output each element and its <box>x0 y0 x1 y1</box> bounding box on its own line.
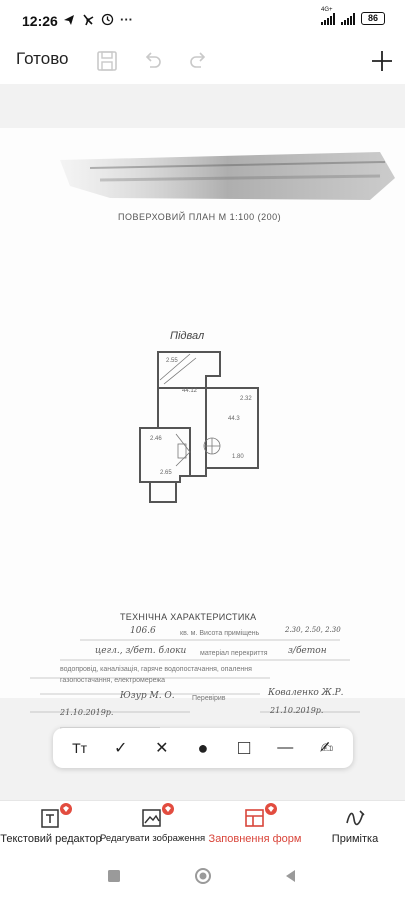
handwritten-date-left: 21.10.2019р. <box>60 708 114 717</box>
tab-label: Заповнення форм <box>208 833 302 845</box>
add-icon[interactable] <box>369 48 395 74</box>
fan-icon <box>83 14 94 25</box>
tech-title: ТЕХНІЧНА ХАРАКТЕРИСТИКА <box>120 612 257 622</box>
recent-apps-icon[interactable] <box>106 868 122 884</box>
text-size-tool[interactable]: Tт <box>64 732 96 764</box>
fill-forms-icon <box>245 809 264 827</box>
network-type: 4G+ <box>321 6 333 13</box>
handwritten-floor: з/бетон <box>288 646 327 656</box>
sync-icon <box>101 13 114 26</box>
dot-tool[interactable]: ● <box>187 732 219 764</box>
room-label: 1.80 <box>232 454 244 460</box>
check-tool[interactable]: ✓ <box>105 732 137 764</box>
pro-badge-icon <box>162 803 174 815</box>
telegram-icon <box>64 14 74 25</box>
status-bar: 12:26 ··· 4G+ 86 <box>0 0 405 40</box>
system-navigation-bar <box>0 852 405 900</box>
bottom-tab-bar: Текстовий редактор Редагувати зображення… <box>0 800 405 852</box>
room-label: 2.46 <box>150 436 162 442</box>
signal-2-icon <box>341 12 355 25</box>
scan-title: ПОВЕРХОВИЙ ПЛАН М 1:100 (200) <box>118 212 282 222</box>
undo-icon[interactable] <box>140 48 166 74</box>
check-label: Перевірив <box>192 695 226 702</box>
tab-fill-forms[interactable]: Заповнення форм <box>205 803 305 845</box>
battery-icon: 86 <box>361 12 385 25</box>
document-viewport[interactable]: ПОВЕРХОВИЙ ПЛАН М 1:100 (200) Підвал 2.5 <box>0 84 405 800</box>
status-system-icons: 4G+ 86 <box>321 7 385 25</box>
back-icon[interactable] <box>283 868 299 884</box>
form-utilities: водопровід, каналізація, гаряче водопост… <box>60 666 252 673</box>
done-button[interactable]: Готово <box>16 49 69 69</box>
room-label: 2.55 <box>166 358 178 364</box>
handwritten-walls: цегл., з/бет. блоки <box>95 646 187 656</box>
handwritten-date-right: 21.10.2019р. <box>270 706 324 715</box>
handwritten-sign-left: Юзур М. О. <box>120 691 175 701</box>
app-header: Готово <box>0 40 405 84</box>
handwritten-sign-right: Коваленко Ж.Р. <box>268 688 344 698</box>
form-floor-label: матеріал перекриття <box>200 650 268 657</box>
floor-plan-drawing: 2.55 2.32 44.3 44.12 2.46 2.65 1.80 <box>139 351 259 503</box>
save-icon[interactable] <box>94 48 120 74</box>
plan-label: Підвал <box>170 330 205 342</box>
handwritten-heights: 2.30, 2.50, 2.30 <box>285 626 341 634</box>
tab-label: Текстовий редактор <box>0 833 102 845</box>
room-label: 44.3 <box>228 416 240 422</box>
scanned-document-page[interactable]: ПОВЕРХОВИЙ ПЛАН М 1:100 (200) Підвал 2.5 <box>0 128 405 729</box>
tab-text-editor[interactable]: Текстовий редактор <box>0 803 102 845</box>
line-tool[interactable]: — <box>269 732 301 764</box>
form-area-label: кв. м. Висота приміщень <box>180 630 260 637</box>
tab-label: Примітка <box>331 833 379 845</box>
redo-icon[interactable] <box>185 48 211 74</box>
home-icon[interactable] <box>194 867 212 885</box>
sign-tool[interactable]: ✍ <box>310 732 342 764</box>
tab-label: Редагувати зображення <box>100 833 206 844</box>
text-editor-icon <box>41 809 59 828</box>
annotation-icon <box>346 810 365 826</box>
status-time: 12:26 <box>22 13 58 29</box>
room-label: 2.65 <box>160 470 172 476</box>
rectangle-tool[interactable]: □ <box>228 732 260 764</box>
tab-edit-image[interactable]: Редагувати зображення <box>100 803 206 844</box>
status-notification-icons: ··· <box>63 12 133 27</box>
pro-badge-icon <box>265 803 277 815</box>
form-fill-toolbar: Tт ✓ ✕ ● □ — ✍ <box>53 728 353 768</box>
room-label: 2.32 <box>240 396 252 402</box>
handwritten-area: 106.6 <box>130 626 156 636</box>
cross-tool[interactable]: ✕ <box>146 732 178 764</box>
signal-1-icon: 4G+ <box>321 7 335 25</box>
scan-smudge <box>60 152 395 200</box>
room-label: 44.12 <box>182 388 198 394</box>
more-notifications-icon: ··· <box>120 12 133 27</box>
tab-annotation[interactable]: Примітка <box>315 805 395 845</box>
form-utilities-2: газопостачання, електромережа <box>60 677 165 684</box>
pro-badge-icon <box>60 803 72 815</box>
edit-image-icon <box>142 809 161 827</box>
